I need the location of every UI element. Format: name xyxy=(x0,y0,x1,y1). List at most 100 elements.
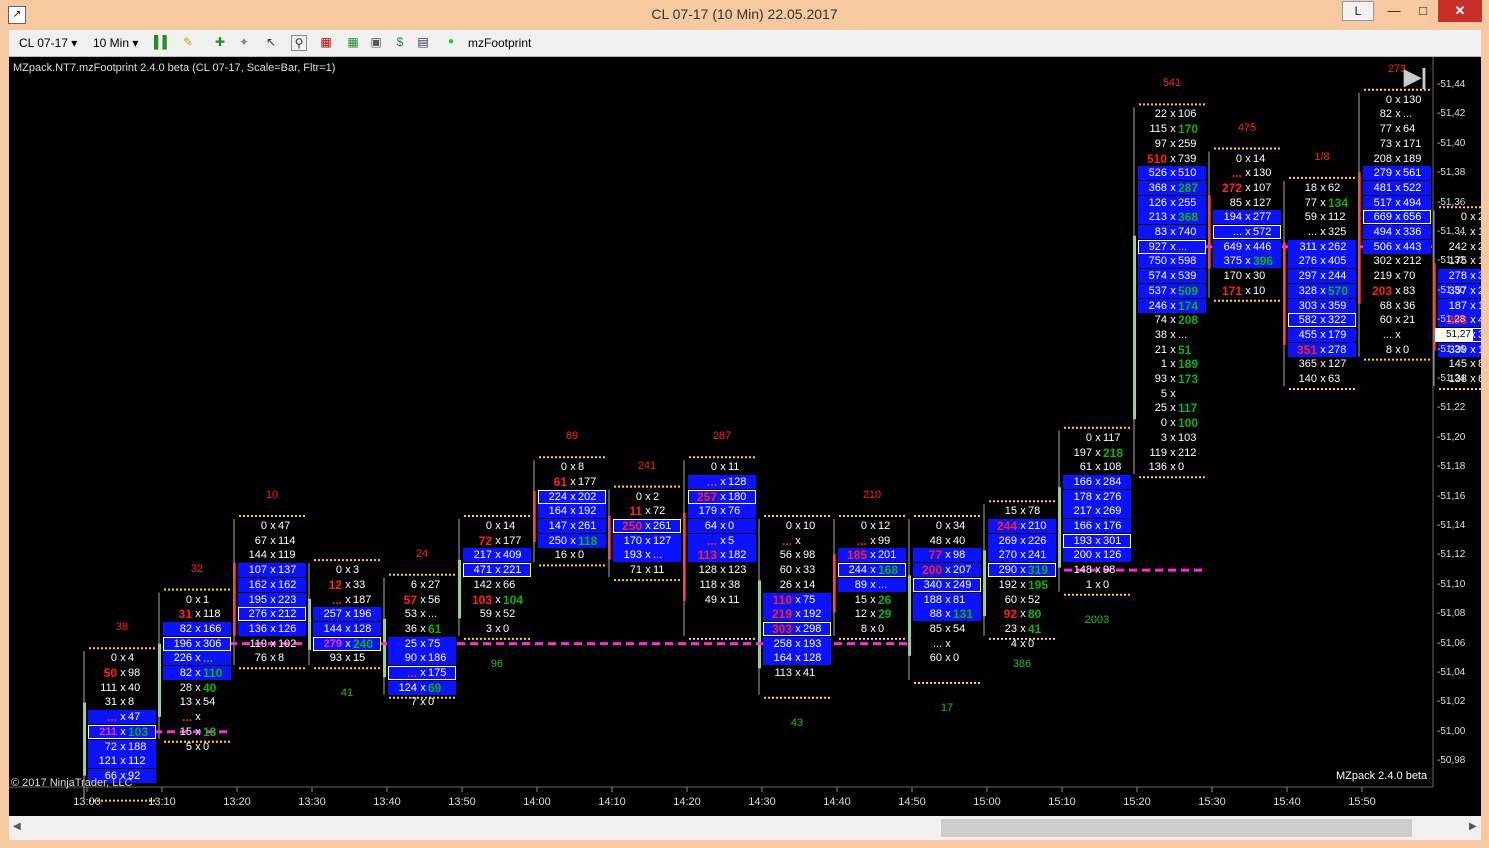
bid-volume: 164 xyxy=(773,652,792,665)
ask-volume: 5 xyxy=(728,534,735,547)
footprint-row: 61 x 177 xyxy=(538,475,606,489)
separator: x xyxy=(645,490,651,503)
instrument-selector[interactable]: CL 07-17 ▾ xyxy=(19,36,77,50)
footprint-row: 164 x 192 xyxy=(538,504,606,519)
footprint-row: 21 x 51 xyxy=(1138,343,1206,357)
bid-volume: ... xyxy=(406,666,417,680)
footprint-chart[interactable]: 38 0 x 4 50 x 98 111 x 40 31 x 8... x 47 211 x 103 72 x 188 1… xyxy=(9,57,1481,816)
horizontal-scrollbar[interactable]: ◀ ▶ xyxy=(9,816,1481,840)
data-box-icon[interactable]: ▦ xyxy=(319,35,333,49)
bar-chart-type-icon[interactable]: ▌▌ xyxy=(154,35,171,49)
layout-button[interactable]: L xyxy=(1342,1,1374,21)
bid-volume: 328 xyxy=(1298,284,1317,297)
ask-volume: 188 xyxy=(128,740,147,753)
window-icon[interactable]: ▤ xyxy=(416,35,430,49)
footprint-row: 6 x 27 xyxy=(388,578,456,592)
footprint-row: 242x233 xyxy=(1438,240,1481,254)
bid-volume: 60 xyxy=(779,564,792,577)
minimize-button[interactable]: — xyxy=(1381,0,1407,22)
footprint-row: 0 x 11 xyxy=(688,460,756,474)
bid-volume: 147 xyxy=(548,520,567,532)
ask-volume: 98 xyxy=(803,549,816,562)
bid-volume: 12 xyxy=(328,577,342,592)
footprint-row: 368 x 287 xyxy=(1138,180,1206,195)
footprint-row: 3 x 103 xyxy=(1138,431,1206,445)
ask-volume: 0 xyxy=(878,622,885,635)
separator: x xyxy=(1020,593,1026,606)
maximize-button[interactable]: □ xyxy=(1410,0,1436,22)
crosshair-icon[interactable]: ✦ xyxy=(237,35,251,49)
footprint-row: ... x 128 xyxy=(688,474,756,489)
footprint-row: 50 x 98 xyxy=(88,666,156,680)
scroll-left-icon[interactable]: ◀ xyxy=(13,821,21,832)
bid-volume: 60 xyxy=(929,652,942,665)
bid-volume: 89 xyxy=(854,578,867,591)
bid-volume: 25 xyxy=(1154,402,1167,415)
bid-volume: 193 xyxy=(1073,534,1092,547)
separator: x xyxy=(120,755,126,768)
ask-volume: 134 xyxy=(1328,195,1349,210)
bid-volume: 11 xyxy=(629,504,642,519)
separator: x xyxy=(1395,108,1401,121)
footprint-row: 83 x 740 xyxy=(1138,225,1206,239)
ask-volume: 739 xyxy=(1178,152,1197,165)
bid-volume: 200 xyxy=(1073,549,1092,562)
ask-volume: 110 xyxy=(203,666,223,680)
footprint-row: 537 x 509 xyxy=(1138,283,1206,298)
footprint-row: 118 x 38 xyxy=(688,578,756,592)
footprint-row: 59 x 52 xyxy=(463,607,531,621)
pin-icon[interactable]: ✚ xyxy=(213,35,227,49)
separator: x xyxy=(645,549,651,562)
dollar-icon[interactable]: $ xyxy=(393,35,407,49)
footprint-row: 97 x 259 xyxy=(1138,137,1206,151)
bid-volume: 61 xyxy=(1079,461,1092,474)
ask-volume: 27 xyxy=(428,578,441,591)
ask-volume: 0 xyxy=(728,520,735,532)
footprint-row: 15 x 18 xyxy=(163,725,231,739)
separator: x xyxy=(495,593,501,606)
footprint-row: 192 x 195 xyxy=(988,578,1056,592)
ask-volume: 130 xyxy=(1253,167,1272,180)
separator: x xyxy=(195,593,201,606)
footprint-row: 351 x 278 xyxy=(1288,342,1356,357)
bid-volume: 88 xyxy=(929,608,942,621)
bid-volume: 526 xyxy=(1148,167,1167,180)
ask-volume: 201 xyxy=(878,549,897,562)
scroll-right-icon[interactable]: ▶ xyxy=(1469,821,1477,832)
bid-volume: 195 xyxy=(248,593,267,606)
separator: x xyxy=(495,534,501,547)
interval-selector[interactable]: 10 Min ▾ xyxy=(93,36,138,50)
footprint-row: 77 x 64 xyxy=(1363,122,1431,136)
ask-volume: 193 xyxy=(803,637,822,650)
scroll-thumb[interactable] xyxy=(941,819,1412,837)
pencil-draw-icon[interactable]: ✎ xyxy=(181,35,195,49)
indicator-label[interactable]: mzFootprint xyxy=(468,36,531,50)
separator: x xyxy=(1470,299,1476,312)
separator: x xyxy=(1395,152,1401,165)
ask-volume: 104 xyxy=(503,592,524,607)
separator: x xyxy=(1395,167,1401,180)
separator: x xyxy=(270,637,276,650)
ask-volume: 41 xyxy=(1028,621,1042,636)
skip-to-end-icon[interactable]: ▶| xyxy=(1404,66,1427,88)
separator: x xyxy=(1470,240,1476,253)
time-tick-label: 14:50 xyxy=(898,796,926,808)
close-button[interactable]: ✕ xyxy=(1438,0,1482,22)
bid-volume: 574 xyxy=(1148,270,1167,283)
bid-volume: 0 xyxy=(185,593,192,606)
footprint-row: 31 x 118 xyxy=(163,607,231,621)
chart-trader-icon[interactable]: ▣ xyxy=(369,35,383,49)
ask-volume: 325 xyxy=(1328,226,1347,238)
separator: x xyxy=(1245,226,1251,238)
bid-volume: 126 xyxy=(1148,196,1167,209)
zoom-icon[interactable]: ⚲ xyxy=(291,35,307,51)
footprint-row: 1x0 xyxy=(1063,578,1131,592)
cursor-icon[interactable]: ↖ xyxy=(264,35,278,49)
current-price-marker: 51,27 xyxy=(1435,327,1473,342)
properties-icon[interactable]: ▦ xyxy=(346,35,360,49)
time-tick-label: 14:30 xyxy=(748,796,776,808)
separator: x xyxy=(1095,446,1101,459)
footprint-row: 140 x 63 xyxy=(1288,372,1356,386)
bid-volume: 0 xyxy=(1460,211,1467,224)
bid-volume: 303 xyxy=(771,621,792,636)
